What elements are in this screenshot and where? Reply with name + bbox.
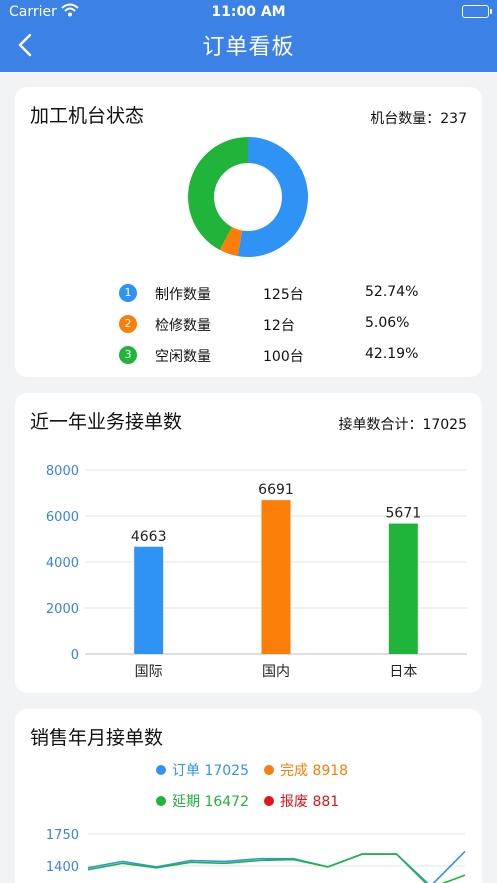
item-percent: 52.74% — [365, 284, 419, 300]
x-tick-label: 国内 — [262, 664, 290, 680]
item-count: 12台 — [263, 318, 295, 334]
index-badge: 1 — [119, 284, 137, 302]
bar — [134, 546, 164, 654]
sales-month-card: 销售年月接单数 订单 17025 完成 8918 延期 16472 报废 881… — [15, 709, 482, 883]
x-tick-label: 日本 — [389, 664, 417, 680]
item-name: 检修数量 — [155, 318, 211, 334]
app-header: Carrier 11:00 AM 订单看板 — [0, 0, 497, 72]
orders-bar-chart: 0 2000 4000 6000 8000 4663 国际 6691 国内 5671 日本 — [46, 464, 467, 680]
battery-icon — [462, 5, 492, 18]
clock: 11:00 AM — [211, 4, 286, 20]
legend-row: 1 制作数量 125台 52.74% — [15, 284, 482, 304]
page-title: 订单看板 — [202, 35, 295, 60]
index-badge: 3 — [119, 346, 137, 364]
legend-row: 3 空闲数量 100台 42.19% — [15, 346, 482, 366]
item-count: 125台 — [263, 287, 304, 303]
y-tick-label: 4000 — [46, 556, 79, 571]
legend-row: 2 检修数量 12台 5.06% — [15, 315, 482, 335]
series-line — [87, 850, 466, 883]
bar-value-label: 4663 — [131, 529, 167, 545]
bar — [261, 500, 291, 654]
machine-status-card: 加工机台状态 机台数量：237 1 制作数量 125台 52.74% 2 检修数… — [15, 87, 482, 377]
y-tick-label: 1400 — [46, 860, 79, 875]
y-tick-label: 6000 — [46, 510, 79, 525]
y-tick-label: 8000 — [46, 464, 79, 479]
donut-slice — [237, 137, 308, 257]
y-tick-label: 1750 — [46, 828, 79, 843]
item-count: 100台 — [263, 349, 304, 365]
item-percent: 5.06% — [365, 315, 410, 331]
status-bar: Carrier 11:00 AM — [0, 0, 497, 24]
bar — [388, 523, 418, 654]
index-badge: 2 — [119, 315, 137, 333]
item-percent: 42.19% — [365, 346, 419, 362]
x-tick-label: 国际 — [135, 664, 163, 680]
bar-value-label: 5671 — [386, 506, 422, 522]
item-name: 空闲数量 — [155, 349, 211, 365]
orders-year-card: 近一年业务接单数 接单数合计：17025 0 2000 4000 6000 8000 46… — [15, 393, 482, 693]
bar-value-label: 6691 — [258, 482, 294, 498]
item-name: 制作数量 — [155, 287, 211, 303]
y-tick-label: 2000 — [46, 602, 79, 617]
y-tick-label: 0 — [71, 648, 79, 663]
sales-line-chart: 1400 1750 — [46, 828, 466, 883]
machine-donut-chart — [188, 137, 308, 257]
